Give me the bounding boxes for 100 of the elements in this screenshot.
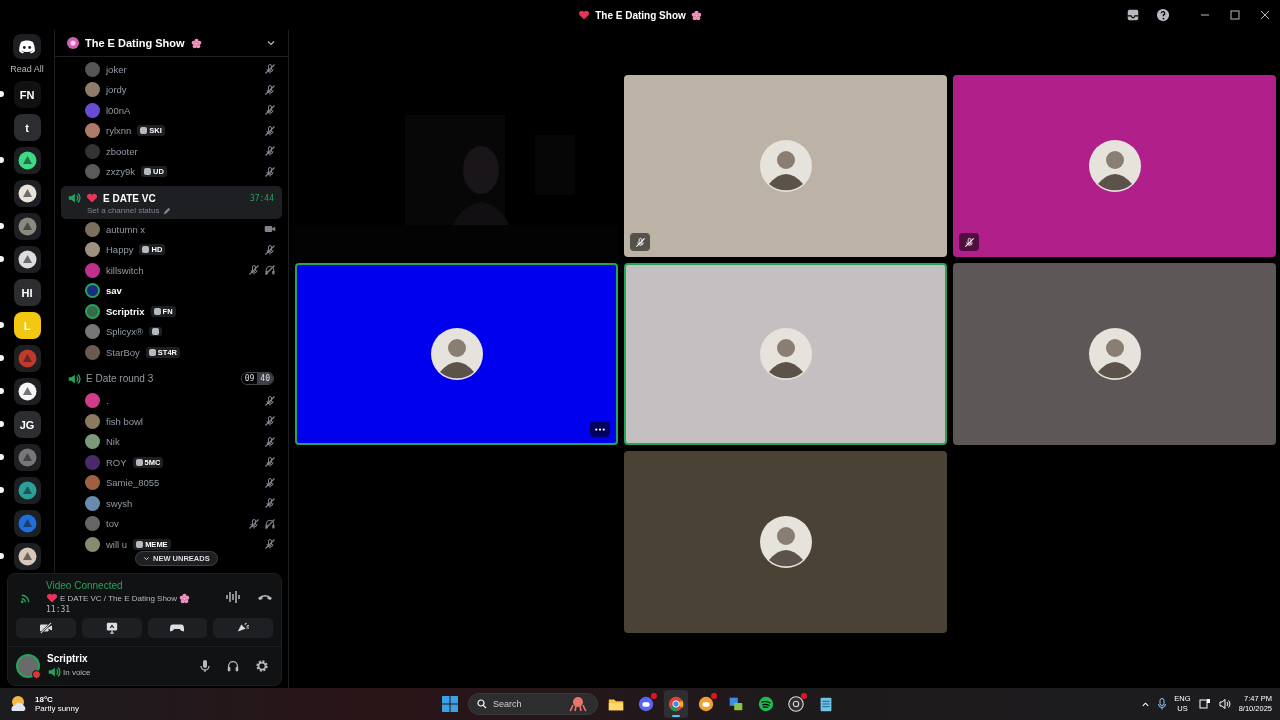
voice-channel[interactable]: E DATE VC 37:44 Set a channel status: [61, 186, 282, 219]
camera-off-button[interactable]: [16, 618, 76, 638]
speaker-icon: [67, 191, 81, 205]
server-icon[interactable]: JG: [13, 411, 41, 438]
inbox-icon[interactable]: [1126, 8, 1140, 22]
member-name[interactable]: ROY: [106, 456, 127, 468]
help-icon[interactable]: [1156, 8, 1170, 22]
member-avatar: [85, 454, 100, 470]
server-icon[interactable]: [13, 180, 41, 207]
user-name: Scriptrix: [47, 653, 89, 664]
volume-icon[interactable]: [1218, 698, 1231, 710]
member-name[interactable]: jordy: [106, 84, 127, 96]
server-icon[interactable]: [13, 213, 41, 240]
member-name[interactable]: rylxnn: [106, 125, 132, 137]
server-name[interactable]: The E Dating Show: [85, 37, 185, 49]
voice-location[interactable]: E DATE VC / The E Dating Show: [60, 593, 178, 603]
video-tile[interactable]: [295, 263, 618, 445]
noise-suppression-icon[interactable]: [225, 590, 241, 604]
video-tile[interactable]: [953, 75, 1276, 257]
close-icon[interactable]: [1260, 10, 1270, 20]
server-icon[interactable]: FN: [13, 81, 41, 108]
member-name[interactable]: Happy: [106, 244, 134, 256]
status-dot: [32, 670, 41, 679]
member-avatar: [85, 536, 100, 552]
discord-logo-icon[interactable]: [18, 39, 36, 54]
user-limit: 40: [257, 373, 273, 384]
soundboard-icon: [236, 622, 251, 634]
member-avatar: [85, 475, 100, 491]
app-icon: [757, 695, 775, 713]
video-tile[interactable]: [953, 263, 1276, 445]
member-name[interactable]: will u: [106, 538, 128, 550]
tag-emblem-icon: [148, 348, 156, 356]
video-tile[interactable]: [624, 75, 947, 257]
microphone-icon[interactable]: [1158, 698, 1167, 710]
member-name[interactable]: swysh: [106, 497, 133, 509]
member-avatar: [85, 393, 100, 409]
tag-emblem-icon: [153, 307, 161, 315]
server-icon[interactable]: [13, 477, 41, 504]
share-screen-button[interactable]: [81, 618, 142, 638]
member-name[interactable]: tov: [106, 518, 119, 530]
read-all-button[interactable]: Read All: [10, 64, 44, 74]
member-name[interactable]: Splicyx®: [106, 326, 144, 338]
chevron-down-icon[interactable]: [266, 38, 276, 48]
maximize-icon[interactable]: [1230, 10, 1240, 20]
member-avatar: [85, 164, 100, 180]
video-tile[interactable]: [624, 263, 947, 445]
server-icon[interactable]: [13, 246, 41, 273]
speaker-icon: [67, 371, 81, 386]
member-name[interactable]: autumn x: [106, 223, 146, 235]
tag-emblem-icon: [140, 127, 148, 135]
app-icon: [637, 695, 655, 713]
member-name[interactable]: .: [106, 395, 109, 407]
server-icon[interactable]: [13, 543, 41, 570]
call-timer: 37:44: [249, 193, 274, 203]
participant-avatar: [1088, 328, 1141, 380]
member-name[interactable]: fish bowl: [106, 415, 143, 427]
member-avatar: [85, 221, 100, 237]
user-status: In voice: [63, 667, 91, 677]
heart-icon: [46, 592, 58, 604]
server-icon[interactable]: t: [13, 114, 41, 141]
camera-off-icon: [38, 622, 53, 634]
search-input[interactable]: Search: [493, 699, 563, 709]
channel-status-prompt: Set a channel status: [87, 206, 160, 215]
member-name[interactable]: l00nA: [106, 104, 131, 116]
member-name[interactable]: zxzy9k: [106, 166, 136, 178]
member-name[interactable]: Samie_8055: [106, 477, 160, 489]
taskbar-app-button[interactable]: [664, 690, 688, 718]
user-avatar[interactable]: [16, 654, 40, 678]
screen-share-icon: [104, 622, 119, 634]
member-name[interactable]: zbooter: [106, 145, 138, 157]
participant-avatar: [1088, 140, 1141, 192]
member-name[interactable]: Nik: [106, 436, 120, 448]
app-icon: [727, 695, 745, 713]
member-avatar: [85, 143, 100, 159]
member-avatar: [85, 516, 100, 532]
member-name[interactable]: killswitch: [106, 264, 144, 276]
voice-channel[interactable]: E Date round 3 09 40: [61, 366, 282, 391]
activities-button[interactable]: [147, 618, 208, 638]
window-title: The E Dating Show: [595, 9, 686, 21]
member-avatar: [85, 82, 100, 98]
soundboard-button[interactable]: [213, 618, 273, 638]
member-avatar: [85, 495, 100, 511]
chevron-up-icon[interactable]: [1141, 699, 1151, 709]
more-options-button[interactable]: [590, 421, 610, 437]
server-icon[interactable]: [13, 147, 41, 174]
member-name[interactable]: joker: [106, 63, 127, 75]
server-icon[interactable]: HI: [13, 279, 41, 306]
member-name[interactable]: StarBoy: [106, 346, 140, 358]
member-name[interactable]: Scriptrix: [106, 305, 145, 317]
network-icon[interactable]: [1198, 698, 1211, 710]
chevron-down-icon: [143, 555, 150, 562]
search-bar[interactable]: Search: [468, 693, 598, 715]
member-avatar: [85, 324, 100, 340]
search-icon: [477, 699, 487, 709]
participant-avatar: [759, 140, 812, 192]
video-tile[interactable]: [624, 451, 947, 633]
flower-icon: [179, 592, 191, 604]
member-name[interactable]: sav: [106, 285, 122, 297]
server-icon[interactable]: [13, 378, 41, 405]
participant-avatar: [430, 328, 483, 380]
